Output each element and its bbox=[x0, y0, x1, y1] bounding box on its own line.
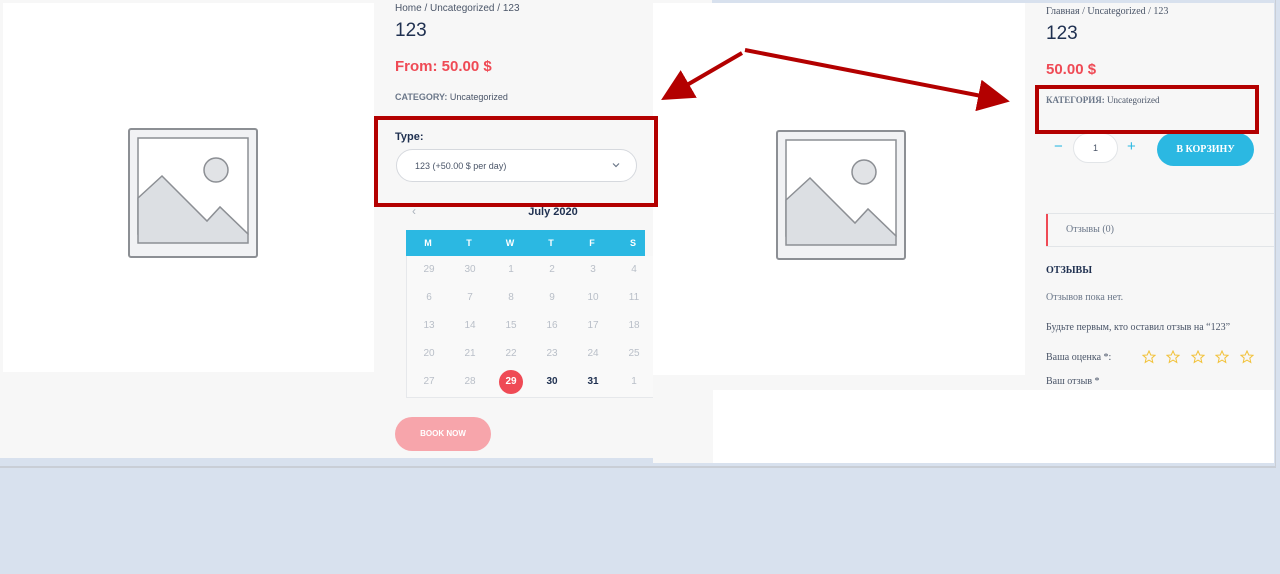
calendar-day: 21 bbox=[464, 348, 476, 359]
calendar-day: 11 bbox=[628, 292, 640, 303]
quantity-stepper: − 1 + bbox=[1046, 133, 1142, 163]
calendar-day-today[interactable]: 29 bbox=[499, 370, 523, 394]
weekday: M bbox=[424, 238, 432, 248]
product-title: 123 bbox=[395, 20, 427, 41]
calendar-day: 10 bbox=[587, 292, 599, 303]
image-placeholder-icon bbox=[776, 130, 906, 260]
type-select[interactable]: 123 (+50.00 $ per day) bbox=[396, 149, 637, 182]
calendar-day: 9 bbox=[549, 292, 555, 303]
star-icon[interactable] bbox=[1239, 350, 1254, 364]
reviews-heading: ОТЗЫВЫ bbox=[1046, 265, 1093, 276]
calendar-weekday-header: M T W T F S bbox=[406, 230, 645, 256]
category-label: КАТЕГОРИЯ: bbox=[1046, 95, 1105, 105]
quantity-input[interactable]: 1 bbox=[1073, 133, 1118, 163]
window-border bbox=[1275, 0, 1276, 466]
calendar-day: 3 bbox=[590, 264, 596, 275]
tab-reviews[interactable]: Отзывы (0) bbox=[1046, 214, 1274, 246]
calendar-day: 18 bbox=[628, 320, 640, 331]
calendar-day: 1 bbox=[508, 264, 514, 275]
rating-label: Ваша оценка *: bbox=[1046, 352, 1112, 363]
product-category: КАТЕГОРИЯ: Uncategorized bbox=[1046, 95, 1159, 105]
calendar-day: 27 bbox=[423, 376, 435, 387]
quantity-decrease-button[interactable]: − bbox=[1054, 138, 1063, 155]
calendar-day: 28 bbox=[464, 376, 476, 387]
calendar-day: 1 bbox=[631, 376, 637, 387]
no-reviews-text: Отзывов пока нет. bbox=[1046, 292, 1124, 303]
product-title: 123 bbox=[1046, 23, 1078, 44]
calendar-day: 23 bbox=[546, 348, 558, 359]
add-to-cart-button[interactable]: В КОРЗИНУ bbox=[1157, 133, 1254, 166]
calendar-day: 8 bbox=[508, 292, 514, 303]
calendar-day: 16 bbox=[546, 320, 558, 331]
calendar-day-available[interactable]: 30 bbox=[539, 370, 565, 394]
tab-reviews-label: Отзывы (0) bbox=[1066, 224, 1114, 235]
calendar-day: 22 bbox=[505, 348, 517, 359]
type-select-value: 123 (+50.00 $ per day) bbox=[415, 161, 507, 171]
window-border bbox=[0, 466, 1276, 468]
product-price: From: 50.00 $ bbox=[395, 58, 492, 75]
weekday: T bbox=[466, 238, 472, 248]
calendar-day: 13 bbox=[423, 320, 435, 331]
quantity-increase-button[interactable]: + bbox=[1127, 138, 1136, 155]
category-link[interactable]: Uncategorized bbox=[450, 92, 508, 102]
weekday: F bbox=[589, 238, 595, 248]
calendar-day: 30 bbox=[464, 264, 476, 275]
page-background bbox=[713, 390, 1274, 463]
calendar-day: 25 bbox=[628, 348, 640, 359]
chevron-down-icon bbox=[612, 163, 620, 168]
weekday: T bbox=[548, 238, 554, 248]
calendar-day: 14 bbox=[464, 320, 476, 331]
calendar-day: 2 bbox=[549, 264, 555, 275]
category-link[interactable]: Uncategorized bbox=[1107, 95, 1159, 105]
category-label: CATEGORY: bbox=[395, 92, 448, 102]
active-tab-indicator bbox=[1046, 214, 1048, 246]
calendar-day: 17 bbox=[587, 320, 599, 331]
star-icon[interactable] bbox=[1166, 350, 1181, 364]
type-label: Type: bbox=[395, 131, 424, 143]
product-category: CATEGORY: Uncategorized bbox=[395, 92, 508, 102]
calendar-day: 24 bbox=[587, 348, 599, 359]
be-first-text: Будьте первым, кто оставил отзыв на “123… bbox=[1046, 322, 1231, 333]
calendar-day-available[interactable]: 31 bbox=[580, 370, 606, 394]
calendar-day: 6 bbox=[426, 292, 432, 303]
calendar-day: 15 bbox=[505, 320, 517, 331]
divider bbox=[1046, 246, 1274, 247]
calendar-day: 29 bbox=[423, 264, 435, 275]
left-product-page: Home / Uncategorized / 123 123 From: 50.… bbox=[0, 0, 712, 458]
star-icon[interactable] bbox=[1215, 350, 1230, 364]
star-icon[interactable] bbox=[1142, 350, 1156, 364]
image-placeholder-icon bbox=[128, 128, 258, 258]
product-image bbox=[653, 3, 1025, 375]
weekday: S bbox=[629, 238, 636, 248]
breadcrumb: Главная / Uncategorized / 123 bbox=[1046, 6, 1169, 17]
calendar-day: 7 bbox=[467, 292, 473, 303]
your-review-label: Ваш отзыв * bbox=[1046, 376, 1100, 387]
product-price: 50.00 $ bbox=[1046, 61, 1097, 78]
weekday: W bbox=[505, 238, 515, 248]
calendar-day: 4 bbox=[631, 264, 637, 275]
calendar-day: 20 bbox=[423, 348, 435, 359]
product-image bbox=[3, 3, 374, 372]
right-product-page: Главная / Uncategorized / 123 123 50.00 … bbox=[653, 3, 1274, 463]
breadcrumb: Home / Uncategorized / 123 bbox=[395, 3, 520, 14]
book-now-button[interactable]: BOOK NOW bbox=[395, 417, 491, 451]
star-icon[interactable] bbox=[1190, 350, 1205, 364]
rating-stars bbox=[1142, 350, 1260, 369]
